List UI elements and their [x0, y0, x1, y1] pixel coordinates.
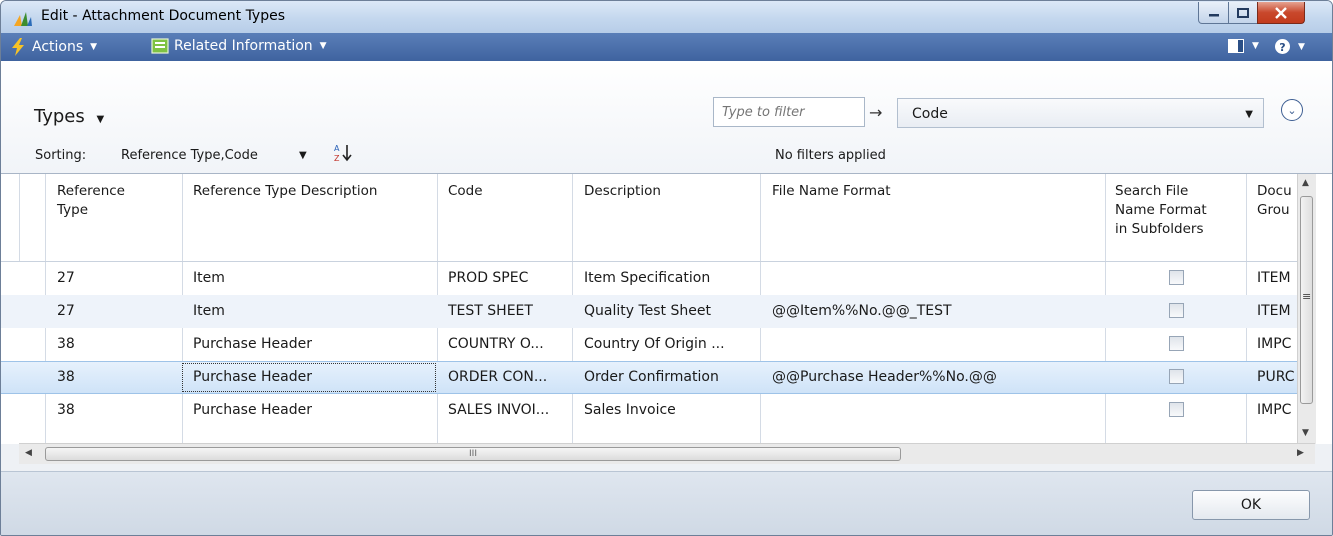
scroll-right-icon[interactable]: ▶	[1297, 448, 1304, 458]
cell-description: Item Specification	[584, 270, 711, 286]
sorting-label: Sorting:	[35, 148, 87, 163]
vertical-scrollbar[interactable]: ▲ ≡ ▼	[1297, 174, 1316, 444]
filter-box[interactable]	[713, 97, 880, 127]
ok-button[interactable]: OK	[1192, 490, 1310, 520]
layout-icon	[1228, 39, 1244, 53]
horizontal-scrollbar[interactable]: ◀ III ▶	[19, 443, 1315, 464]
minimize-button[interactable]	[1198, 2, 1229, 24]
column-header-file-name-format[interactable]: File Name Format	[772, 182, 891, 201]
table-row[interactable]: 27 Item PROD SPEC Item Specification ITE…	[1, 262, 1297, 295]
cell-file-name-format: @@Item%%No.@@_TEST	[772, 303, 952, 319]
sort-ascending-icon[interactable]: A Z	[333, 142, 355, 164]
filter-input[interactable]	[714, 98, 880, 126]
svg-text:?: ?	[1279, 41, 1285, 54]
horizontal-scroll-thumb[interactable]: III	[45, 447, 901, 461]
cell-description: Country Of Origin ...	[584, 336, 725, 352]
cell-code: ORDER CON...	[448, 369, 548, 385]
search-subfolders-checkbox[interactable]	[1169, 303, 1184, 318]
arrow-right-icon[interactable]: →	[869, 103, 882, 122]
filter-field-select[interactable]: Code ▼	[897, 98, 1264, 128]
grip-icon: ≡	[1302, 290, 1312, 303]
cell-document-group: IMPC	[1257, 402, 1292, 418]
maximize-button[interactable]	[1228, 2, 1258, 24]
table-row[interactable]: 27 Item TEST SHEET Quality Test Sheet @@…	[1, 295, 1297, 328]
cell-document-group: ITEM	[1257, 303, 1291, 319]
column-header-document-group[interactable]: Docu Grou	[1257, 182, 1292, 220]
close-button[interactable]	[1257, 2, 1305, 24]
search-subfolders-checkbox[interactable]	[1169, 402, 1184, 417]
scroll-down-icon[interactable]: ▼	[1302, 428, 1309, 438]
chevron-down-icon: ▼	[1245, 109, 1253, 120]
lightning-icon	[12, 38, 24, 56]
filter-field-value: Code	[912, 106, 948, 122]
svg-text:A: A	[334, 144, 340, 153]
data-grid: Reference Type Reference Type Descriptio…	[1, 173, 1332, 444]
search-subfolders-checkbox[interactable]	[1169, 369, 1184, 384]
related-info-icon	[151, 38, 169, 54]
window-title: Edit - Attachment Document Types	[41, 8, 286, 24]
dialog-footer: OK	[1, 471, 1332, 535]
actions-menu[interactable]: Actions ▼	[11, 38, 97, 56]
cell-file-name-format: @@Purchase Header%%No.@@	[772, 369, 997, 385]
cell-code: TEST SHEET	[448, 303, 533, 319]
cell-reference-type: 38	[57, 369, 75, 385]
title-bar[interactable]: Edit - Attachment Document Types	[1, 1, 1332, 33]
chevron-down-icon: ▼	[90, 42, 98, 52]
cell-description: Sales Invoice	[584, 402, 676, 418]
filters-status: No filters applied	[775, 148, 886, 163]
cell-document-group: PURC	[1257, 369, 1295, 385]
column-header-code[interactable]: Code	[448, 182, 483, 201]
svg-text:Z: Z	[334, 154, 340, 163]
dynamics-logo-icon	[14, 12, 32, 26]
page-title[interactable]: Types ▼	[34, 106, 104, 127]
sorting-value[interactable]: Reference Type,Code	[121, 148, 258, 163]
chevron-down-icon: ▼	[1252, 41, 1259, 51]
cell-reference-type-description: Item	[193, 303, 225, 319]
table-row[interactable]: 38 Purchase Header SALES INVOI... Sales …	[1, 394, 1297, 427]
table-row-selected[interactable]: 38 Purchase Header ORDER CON... Order Co…	[1, 361, 1297, 394]
help-menu[interactable]: ? ▼	[1274, 38, 1305, 55]
chevron-down-icon[interactable]: ▼	[299, 150, 307, 161]
chevron-down-icon: ▼	[96, 114, 105, 125]
cell-description: Quality Test Sheet	[584, 303, 711, 319]
scroll-up-icon[interactable]: ▲	[1302, 178, 1309, 188]
cell-reference-type: 27	[57, 270, 75, 286]
cell-code: PROD SPEC	[448, 270, 529, 286]
cell-document-group: IMPC	[1257, 336, 1292, 352]
related-information-label: Related Information	[174, 38, 313, 54]
cell-reference-type-description: Purchase Header	[193, 402, 312, 418]
actions-label: Actions	[32, 39, 84, 55]
column-header-search-file-name-format[interactable]: Search File Name Format in Subfolders	[1115, 182, 1207, 239]
cell-document-group: ITEM	[1257, 270, 1291, 286]
cell-reference-type: 27	[57, 303, 75, 319]
cell-description: Order Confirmation	[584, 369, 719, 385]
cell-reference-type-description: Purchase Header	[193, 336, 312, 352]
search-subfolders-checkbox[interactable]	[1169, 336, 1184, 351]
cell-reference-type-description: Purchase Header	[193, 369, 312, 385]
scroll-left-icon[interactable]: ◀	[25, 448, 32, 458]
column-header-reference-type[interactable]: Reference Type	[57, 182, 125, 220]
chevron-down-icon: ▼	[319, 41, 327, 51]
column-header-description[interactable]: Description	[584, 182, 661, 201]
related-information-menu[interactable]: Related Information ▼	[151, 38, 327, 54]
maximize-icon	[1237, 7, 1249, 18]
close-icon	[1275, 6, 1287, 19]
table-row[interactable]: 38 Purchase Header COUNTRY O... Country …	[1, 328, 1297, 361]
expand-filter-button[interactable]: ⌄	[1281, 99, 1303, 121]
column-header-reference-type-description[interactable]: Reference Type Description	[193, 182, 377, 201]
dialog-window: Edit - Attachment Document Types Actions…	[0, 0, 1333, 536]
action-bar: Actions ▼ Related Information ▼ ▼ ? ▼	[1, 33, 1332, 61]
chevron-down-icon: ▼	[1298, 41, 1305, 52]
cell-reference-type: 38	[57, 402, 75, 418]
cell-reference-type-description: Item	[193, 270, 225, 286]
chevron-down-icon: ⌄	[1287, 103, 1297, 117]
cell-code: COUNTRY O...	[448, 336, 544, 352]
layout-menu[interactable]: ▼	[1227, 38, 1259, 54]
cell-reference-type: 38	[57, 336, 75, 352]
cell-code: SALES INVOI...	[448, 402, 550, 418]
help-icon: ?	[1275, 39, 1290, 54]
minimize-icon	[1208, 13, 1219, 16]
search-subfolders-checkbox[interactable]	[1169, 270, 1184, 285]
